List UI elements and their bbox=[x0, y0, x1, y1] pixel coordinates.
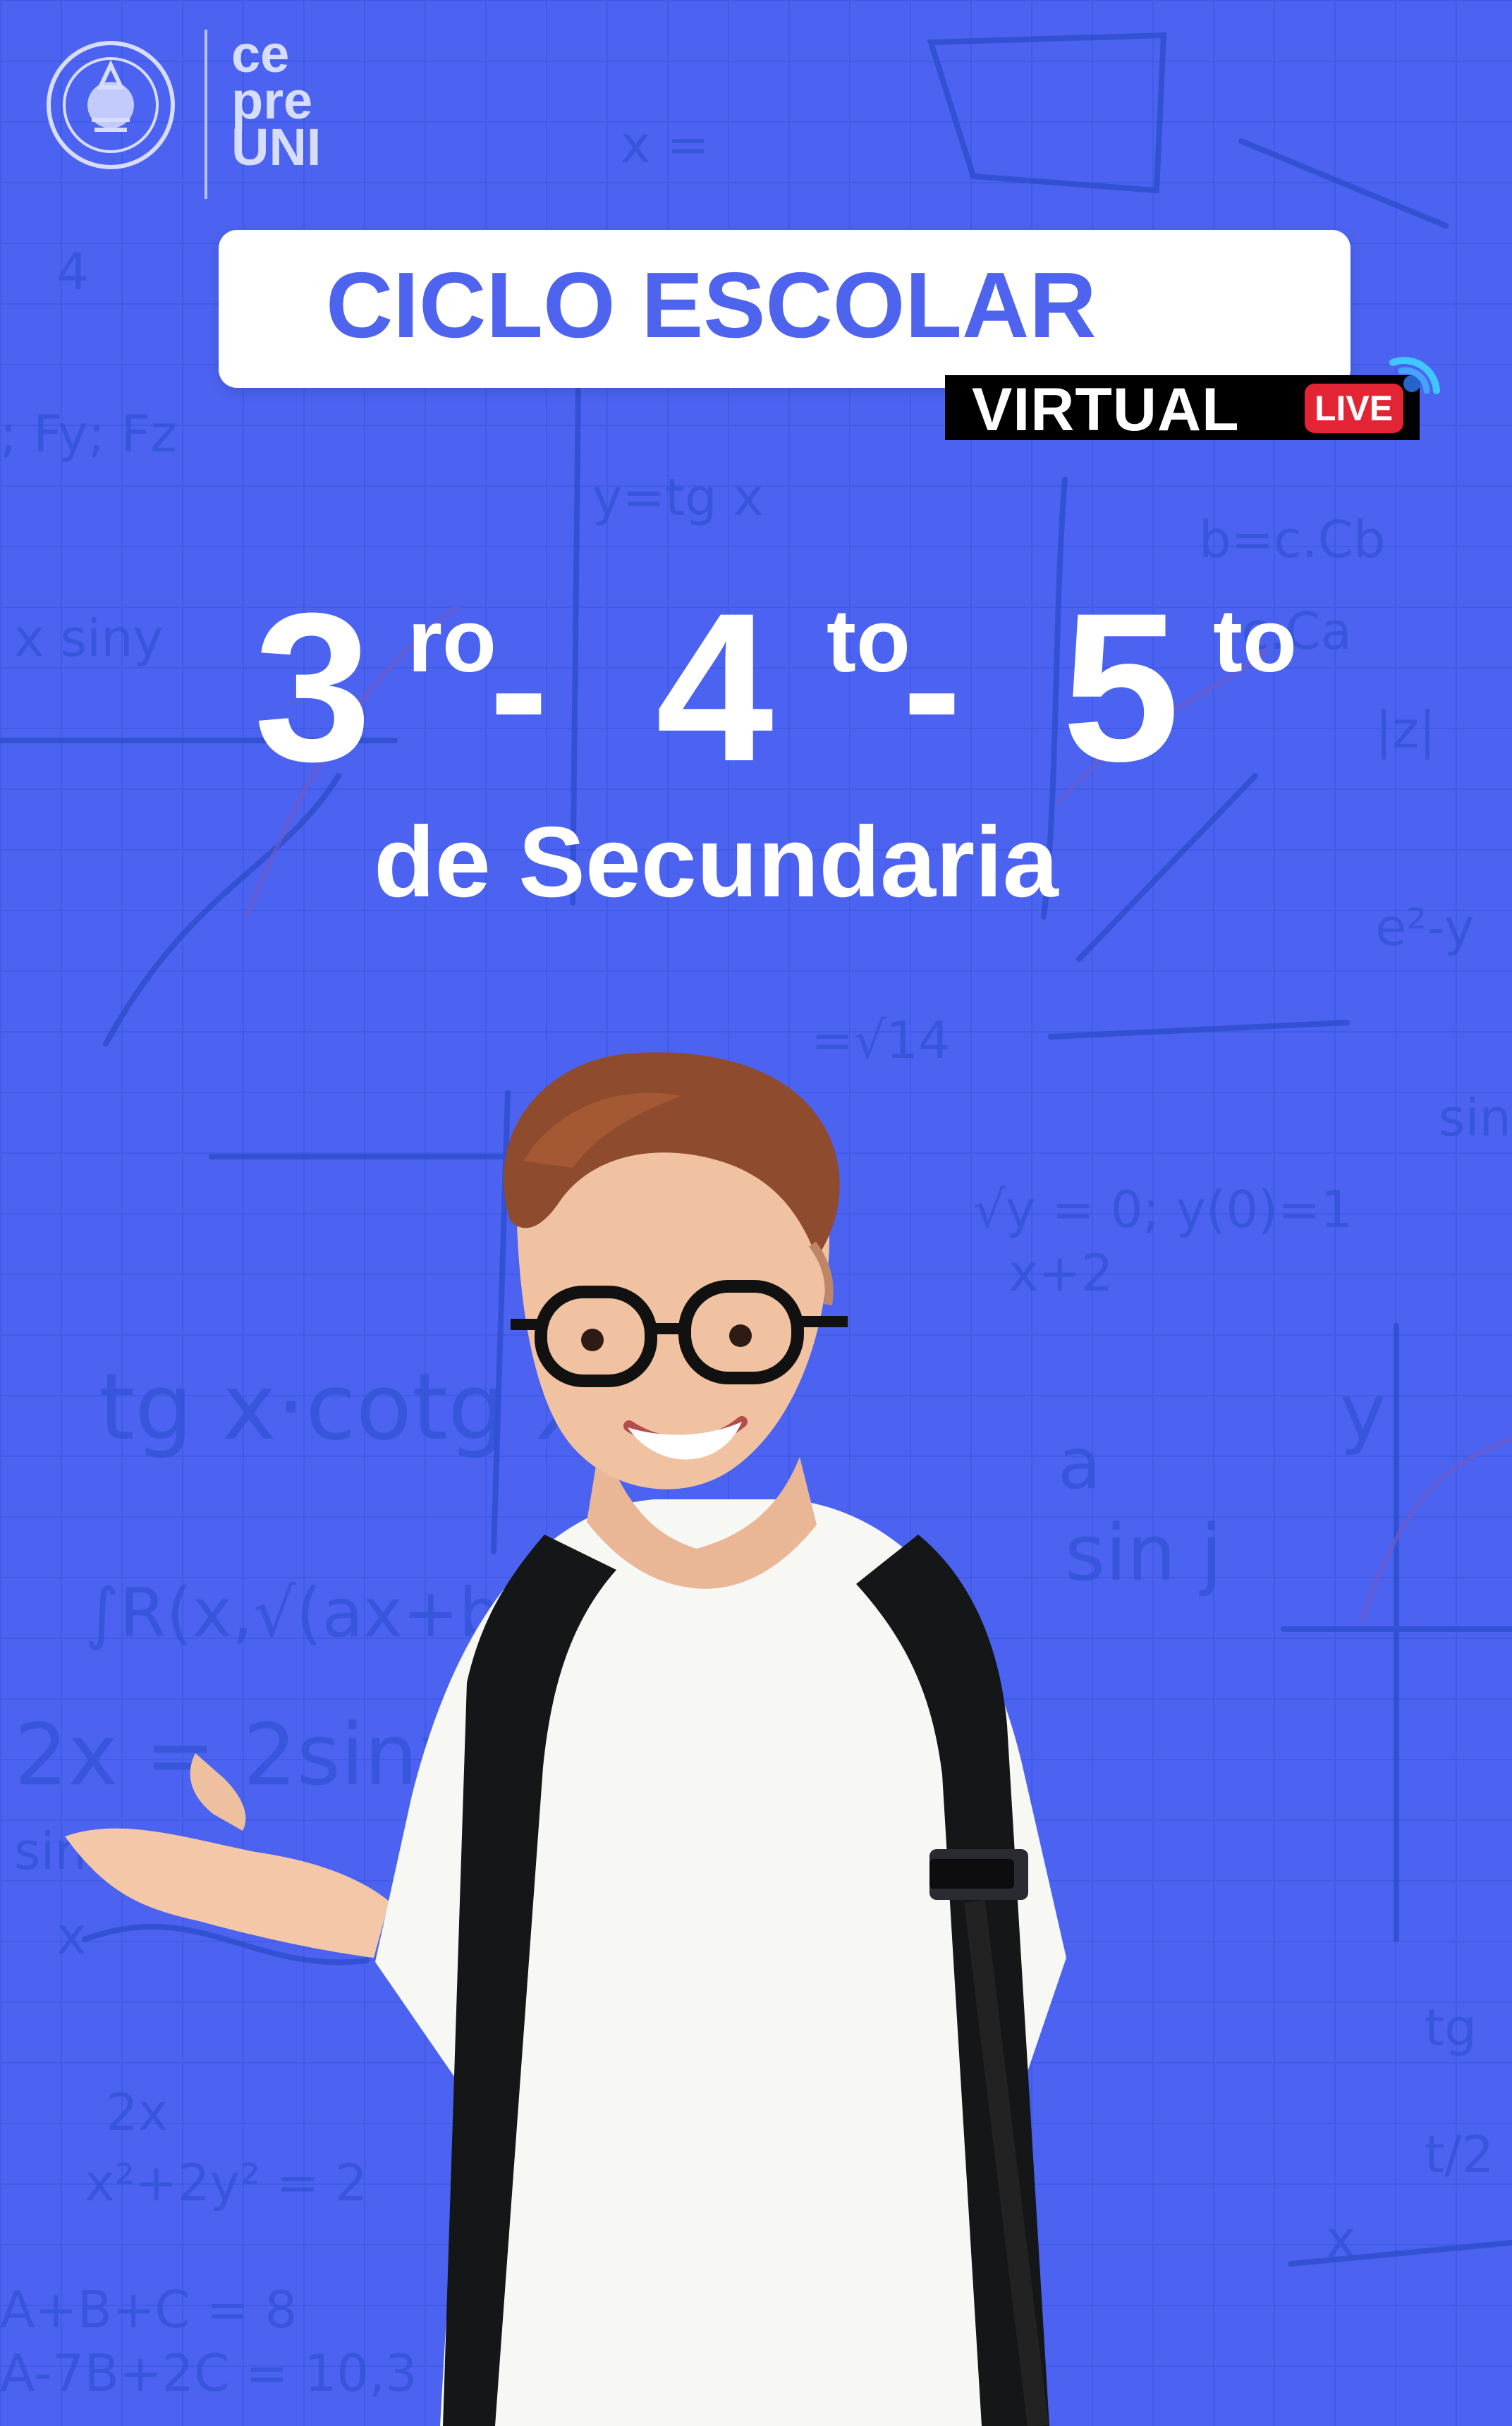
grade-5-number: 5 bbox=[1062, 568, 1180, 805]
broadcast-icon bbox=[1389, 357, 1440, 394]
svg-text:|z|: |z| bbox=[1375, 700, 1436, 760]
svg-text:t/2: t/2 bbox=[1425, 2125, 1494, 2184]
svg-text:x =: x = bbox=[621, 115, 709, 174]
secondary-level-label: de Secundaria bbox=[374, 806, 1059, 918]
grade-4-number: 4 bbox=[656, 568, 774, 805]
svg-text:; Fy; Fz: ; Fy; Fz bbox=[0, 404, 177, 463]
grade-separator-1: - bbox=[489, 590, 549, 787]
logo-divider bbox=[205, 30, 207, 199]
grade-separator-2: - bbox=[903, 590, 962, 787]
title-banner: CICLO ESCOLAR bbox=[219, 230, 1351, 388]
svg-text:b=c.Cb: b=c.Cb bbox=[1199, 510, 1385, 569]
virtual-badge: VIRTUAL LIVE bbox=[945, 375, 1420, 440]
grade-5-suffix: to bbox=[1213, 591, 1297, 690]
svg-text:x: x bbox=[1326, 2209, 1356, 2269]
svg-text:tg: tg bbox=[1425, 1998, 1477, 2057]
svg-text:y: y bbox=[1340, 1367, 1386, 1457]
svg-text:x siny: x siny bbox=[14, 609, 163, 668]
grade-3-suffix: ro bbox=[408, 591, 496, 690]
svg-text:4: 4 bbox=[56, 242, 89, 301]
grade-3-number: 3 bbox=[254, 568, 372, 805]
svg-text:y=tg x: y=tg x bbox=[592, 468, 763, 527]
virtual-label: VIRTUAL bbox=[972, 376, 1240, 444]
grade-4-suffix: to bbox=[827, 591, 910, 690]
course-title: CICLO ESCOLAR bbox=[326, 253, 1097, 357]
brand-wordmark: ce pre UNI bbox=[231, 28, 358, 176]
brand-line-uni: UNI bbox=[231, 118, 322, 176]
student-illustration bbox=[65, 1052, 1066, 2426]
svg-text:sin: sin bbox=[1439, 1088, 1511, 1147]
svg-text:e²-y: e²-y bbox=[1375, 898, 1474, 957]
university-seal-icon bbox=[47, 41, 175, 169]
cepre-uni-logo: ce pre UNI bbox=[44, 28, 354, 206]
